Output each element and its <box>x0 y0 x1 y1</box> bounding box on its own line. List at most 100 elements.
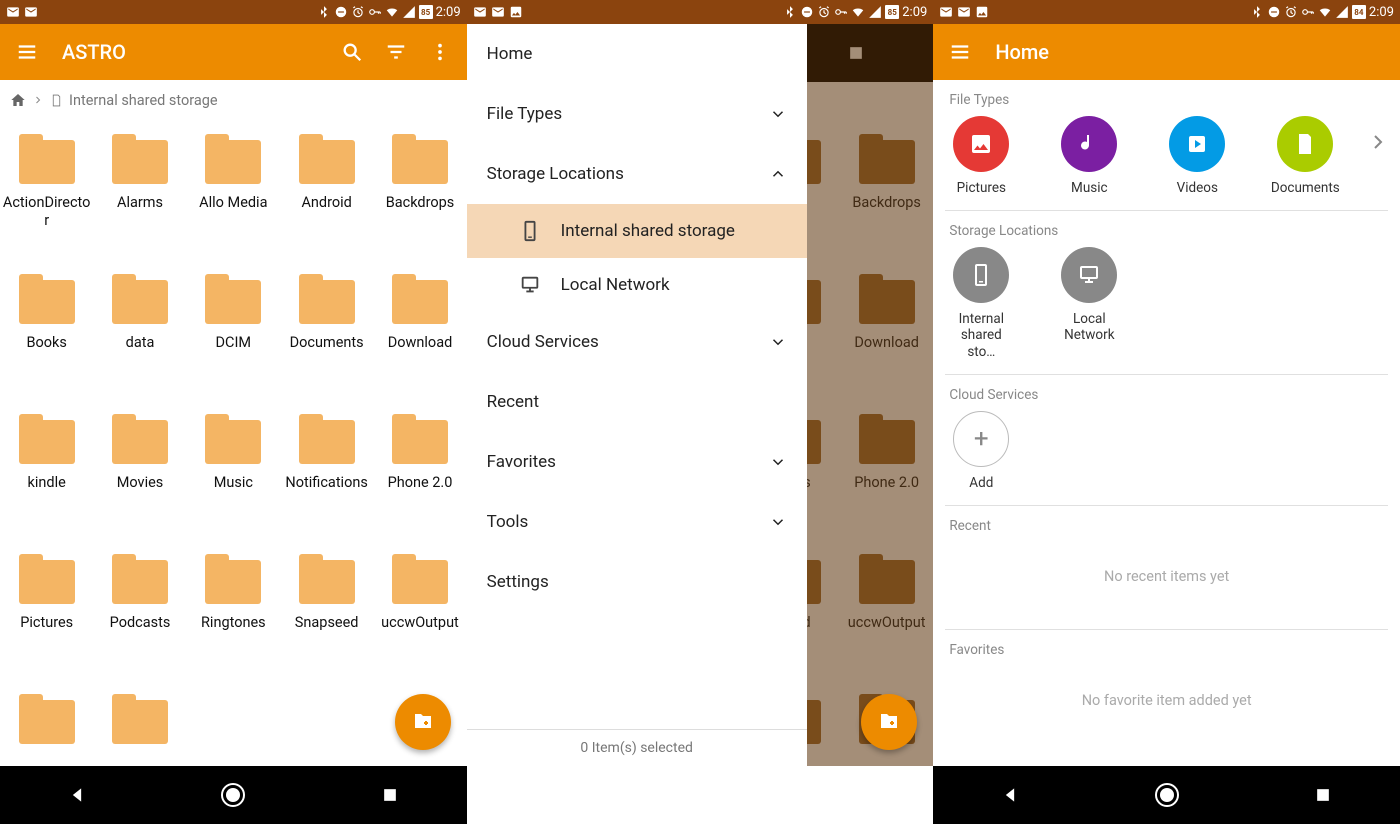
folder-icon <box>296 414 358 464</box>
drawer-item-file-types[interactable]: File Types <box>467 84 807 144</box>
chip-label: Videos <box>1177 180 1218 196</box>
folder-label: DCIM <box>216 334 252 352</box>
folder-icon <box>389 414 451 464</box>
folder-item[interactable]: Pictures <box>0 540 93 680</box>
drawer-item-internal-storage[interactable]: Internal shared storage <box>467 204 807 258</box>
folder-item[interactable]: DCIM <box>187 260 280 400</box>
folder-item[interactable] <box>93 680 186 766</box>
gmail-icon <box>491 5 505 19</box>
folder-item[interactable]: Alarms <box>93 120 186 260</box>
folder-icon <box>296 274 358 324</box>
fab-add-button[interactable] <box>861 694 917 750</box>
folder-icon <box>16 274 78 324</box>
file-type-chip[interactable]: Pictures <box>945 116 1017 196</box>
folder-item[interactable]: Phone 2.0 <box>373 400 466 540</box>
drawer-item-favorites[interactable]: Favorites <box>467 432 807 492</box>
fab-add-button[interactable] <box>395 694 451 750</box>
wifi-icon <box>851 5 865 19</box>
storage-chip[interactable]: Internal shared sto… <box>945 247 1017 360</box>
chevron-down-icon <box>769 105 787 123</box>
chevron-right-icon <box>32 94 44 106</box>
file-type-chip[interactable]: Videos <box>1161 116 1233 196</box>
drawer-item-local-network[interactable]: Local Network <box>467 258 807 312</box>
dnd-icon <box>1267 5 1281 19</box>
folder-item[interactable]: Podcasts <box>93 540 186 680</box>
folder-item[interactable]: Music <box>187 400 280 540</box>
battery-icon: 85 <box>885 5 899 19</box>
drawer-item-tools[interactable]: Tools <box>467 492 807 552</box>
folder-label: data <box>126 334 155 352</box>
folder-item[interactable]: Allo Media <box>187 120 280 260</box>
folder-label: Android <box>301 194 351 212</box>
folder-icon <box>109 554 171 604</box>
folder-item[interactable]: Backdrops <box>373 120 466 260</box>
nav-home-icon[interactable] <box>1155 783 1179 807</box>
breadcrumb[interactable]: Internal shared storage <box>0 80 467 120</box>
folder-label: Podcasts <box>110 614 171 632</box>
folder-item[interactable]: uccwOutput <box>373 540 466 680</box>
chevron-right-icon[interactable] <box>1366 130 1390 154</box>
alarm-icon <box>1284 5 1298 19</box>
chip-label: Music <box>1071 180 1108 196</box>
folder-icon <box>389 274 451 324</box>
drawer-item-recent[interactable]: Recent <box>467 372 807 432</box>
folder-icon <box>202 554 264 604</box>
nav-back-icon[interactable] <box>67 785 87 805</box>
nav-home-icon[interactable] <box>221 783 245 807</box>
folder-icon <box>109 134 171 184</box>
nav-recent-icon[interactable] <box>1313 785 1333 805</box>
overflow-menu-icon[interactable] <box>429 41 451 63</box>
folder-item[interactable]: Notifications <box>280 400 373 540</box>
search-icon[interactable] <box>341 41 363 63</box>
drawer-item-storage-locations[interactable]: Storage Locations <box>467 144 807 204</box>
folder-label: Phone 2.0 <box>388 474 453 492</box>
status-bar: 85 2:09 <box>0 0 467 24</box>
folder-icon <box>109 274 171 324</box>
phone-icon <box>519 220 541 242</box>
folder-item[interactable]: ActionDirector <box>0 120 93 260</box>
folder-item[interactable]: Snapseed <box>280 540 373 680</box>
storage-chip[interactable]: Local Network <box>1053 247 1125 343</box>
filter-icon[interactable] <box>385 41 407 63</box>
screen-file-list: 85 2:09 ASTRO Internal shared storage Ac… <box>0 0 467 824</box>
battery-icon: 85 <box>419 5 433 19</box>
hamburger-menu-icon[interactable] <box>949 41 971 63</box>
folder-icon <box>109 414 171 464</box>
folder-icon <box>296 134 358 184</box>
folder-label: Ringtones <box>201 614 266 632</box>
folder-icon <box>296 554 358 604</box>
nav-back-icon[interactable] <box>1000 785 1020 805</box>
hamburger-menu-icon[interactable] <box>16 41 38 63</box>
android-nav-bar <box>0 766 467 824</box>
folder-item[interactable]: Documents <box>280 260 373 400</box>
folder-item[interactable] <box>0 680 93 766</box>
chip-icon <box>1185 132 1209 156</box>
folder-item[interactable]: data <box>93 260 186 400</box>
gmail-icon <box>939 5 953 19</box>
add-cloud-button[interactable]: + Add <box>945 411 1017 491</box>
folder-label: Alarms <box>117 194 163 212</box>
home-icon[interactable] <box>10 92 26 108</box>
file-type-chip[interactable]: Documents <box>1269 116 1341 196</box>
nav-recent-icon[interactable] <box>380 785 400 805</box>
folder-grid[interactable]: ActionDirector Alarms Allo Media Android Bac… <box>0 120 467 766</box>
folder-item[interactable]: kindle <box>0 400 93 540</box>
drawer-item-settings[interactable]: Settings <box>467 552 807 612</box>
chip-label: Internal shared sto… <box>945 311 1017 360</box>
file-type-chip[interactable]: Music <box>1053 116 1125 196</box>
folder-item[interactable]: Books <box>0 260 93 400</box>
chip-icon <box>1077 263 1101 287</box>
cell-signal-icon <box>868 5 882 19</box>
folder-icon <box>16 694 78 744</box>
folder-label: Music <box>214 474 253 492</box>
folder-label: Download <box>388 334 453 352</box>
chevron-up-icon <box>769 165 787 183</box>
folder-item[interactable]: Download <box>373 260 466 400</box>
folder-item[interactable]: Android <box>280 120 373 260</box>
folder-item[interactable]: Ringtones <box>187 540 280 680</box>
drawer-item-cloud-services[interactable]: Cloud Services <box>467 312 807 372</box>
folder-icon <box>202 274 264 324</box>
drawer-item-home[interactable]: Home <box>467 24 807 84</box>
cell-signal-icon <box>1335 5 1349 19</box>
folder-item[interactable]: Movies <box>93 400 186 540</box>
